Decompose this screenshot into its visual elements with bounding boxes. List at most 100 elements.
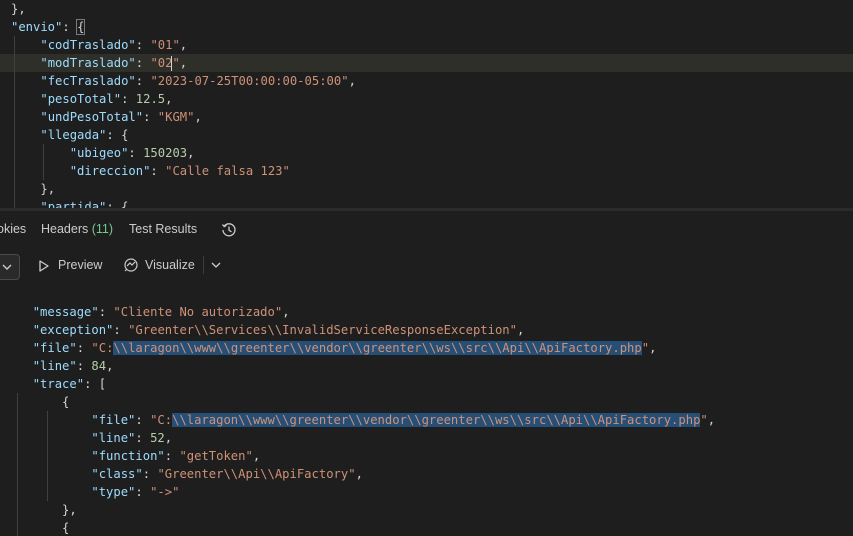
response-code-line: "function": "getToken",: [0, 447, 853, 465]
response-code-line: "message": "Cliente No autorizado",: [0, 303, 853, 321]
json-key: "fecTraslado": [40, 74, 136, 88]
request-code-line: "undPesoTotal": "KGM",: [0, 108, 853, 126]
json-string: "2023-07-25T00:00:00-05:00": [150, 74, 349, 88]
indent-guide: [14, 36, 15, 208]
json-key: "codTraslado": [40, 38, 136, 52]
response-code-line: "line": 84,: [0, 357, 853, 375]
json-string: "C:: [150, 413, 173, 427]
json-punctuation: },: [11, 2, 26, 16]
request-code-line: },: [0, 0, 853, 18]
json-punctuation: {: [62, 395, 70, 409]
json-punctuation: :: [142, 467, 158, 481]
json-key: "exception": [32, 323, 114, 337]
json-number: 52: [150, 431, 165, 445]
json-string: "C:: [91, 341, 114, 355]
json-key: "function": [91, 449, 165, 463]
json-key: "type": [91, 485, 136, 499]
json-key: "message": [32, 305, 99, 319]
json-punctuation: ,: [355, 467, 363, 481]
json-punctuation: ,: [179, 56, 188, 70]
json-punctuation: ,: [164, 431, 173, 445]
visualize-button[interactable]: Visualize: [145, 258, 195, 272]
json-key: "ubigeo": [69, 146, 129, 160]
tab-cookies[interactable]: okies: [0, 222, 26, 236]
visualize-icon: [124, 258, 138, 272]
json-punctuation: ,: [165, 92, 173, 106]
json-key: "direccion": [69, 164, 151, 178]
visualize-dropdown-chevron-icon[interactable]: [210, 259, 222, 271]
response-code-line: "class": "Greenter\\Api\\ApiFactory",: [0, 465, 853, 483]
json-punctuation: :: [98, 305, 114, 319]
response-toolbar: Preview Visualize: [0, 248, 853, 282]
json-punctuation: :: [135, 485, 151, 499]
preview-button[interactable]: Preview: [58, 258, 102, 272]
request-code-line: "direccion": "Calle falsa 123": [0, 162, 853, 180]
response-code-line: "line": 52,: [0, 429, 853, 447]
json-string: \\laragon\\www\\greenter\\vendor\\greent…: [172, 413, 701, 427]
request-code-line: },: [0, 180, 853, 198]
json-key: "undPesoTotal": [40, 110, 144, 124]
response-code-line: "trace": [: [0, 375, 853, 393]
json-punctuation: ,: [649, 341, 657, 355]
response-code-line: {: [0, 393, 853, 411]
json-punctuation: :: [164, 449, 180, 463]
json-punctuation: :: [76, 359, 92, 373]
format-dropdown-button[interactable]: [0, 254, 20, 280]
json-string: ": [641, 341, 650, 355]
request-code-line: "fecTraslado": "2023-07-25T00:00:00-05:0…: [0, 72, 853, 90]
json-number: 150203: [143, 146, 188, 160]
json-key: "partida": [40, 200, 107, 208]
json-punctuation: ,: [707, 413, 716, 427]
response-code-line: "file": "C:\\laragon\\www\\greenter\\ven…: [0, 411, 853, 429]
json-key: "line": [91, 431, 136, 445]
panel-resize-sash[interactable]: [0, 208, 853, 211]
indent-guide: [43, 144, 44, 180]
json-string: ": [700, 413, 708, 427]
json-key: "file": [32, 341, 77, 355]
json-key: "llegada": [40, 128, 107, 142]
tab-test-results[interactable]: Test Results: [129, 222, 197, 236]
json-punctuation: ,: [187, 146, 195, 160]
json-punctuation: :: [135, 431, 151, 445]
json-string: "02": [150, 56, 180, 70]
response-code-line: "exception": "Greenter\\Services\\Invali…: [0, 321, 853, 339]
json-punctuation: ,: [516, 323, 525, 337]
json-punctuation: ,: [282, 305, 290, 319]
json-string: "Calle falsa 123": [165, 164, 290, 178]
response-code-line: {: [0, 519, 853, 536]
request-code-line: "llegada": {: [0, 126, 853, 144]
json-punctuation: : {: [106, 128, 129, 142]
request-code-line: "pesoTotal": 12.5,: [0, 90, 853, 108]
text-cursor: [171, 56, 172, 71]
json-string: "Greenter\\Api\\ApiFactory": [157, 467, 356, 481]
json-punctuation: :: [62, 20, 78, 34]
json-punctuation: :: [150, 164, 166, 178]
json-number: 84: [91, 359, 107, 373]
response-body[interactable]: "message": "Cliente No autorizado", "exc…: [0, 300, 853, 536]
history-icon[interactable]: [221, 222, 237, 238]
json-punctuation: :: [135, 74, 151, 88]
request-body-editor[interactable]: }, "envio": { "codTraslado": "01", "modTr…: [0, 0, 853, 208]
json-string: "Cliente No autorizado": [113, 305, 283, 319]
json-punctuation: },: [40, 182, 56, 196]
response-code-line: },: [0, 501, 853, 519]
json-punctuation: ,: [179, 38, 188, 52]
json-key: "file": [91, 413, 136, 427]
response-code-line: "type": "->": [0, 483, 853, 501]
tab-headers[interactable]: Headers (11): [41, 222, 113, 236]
